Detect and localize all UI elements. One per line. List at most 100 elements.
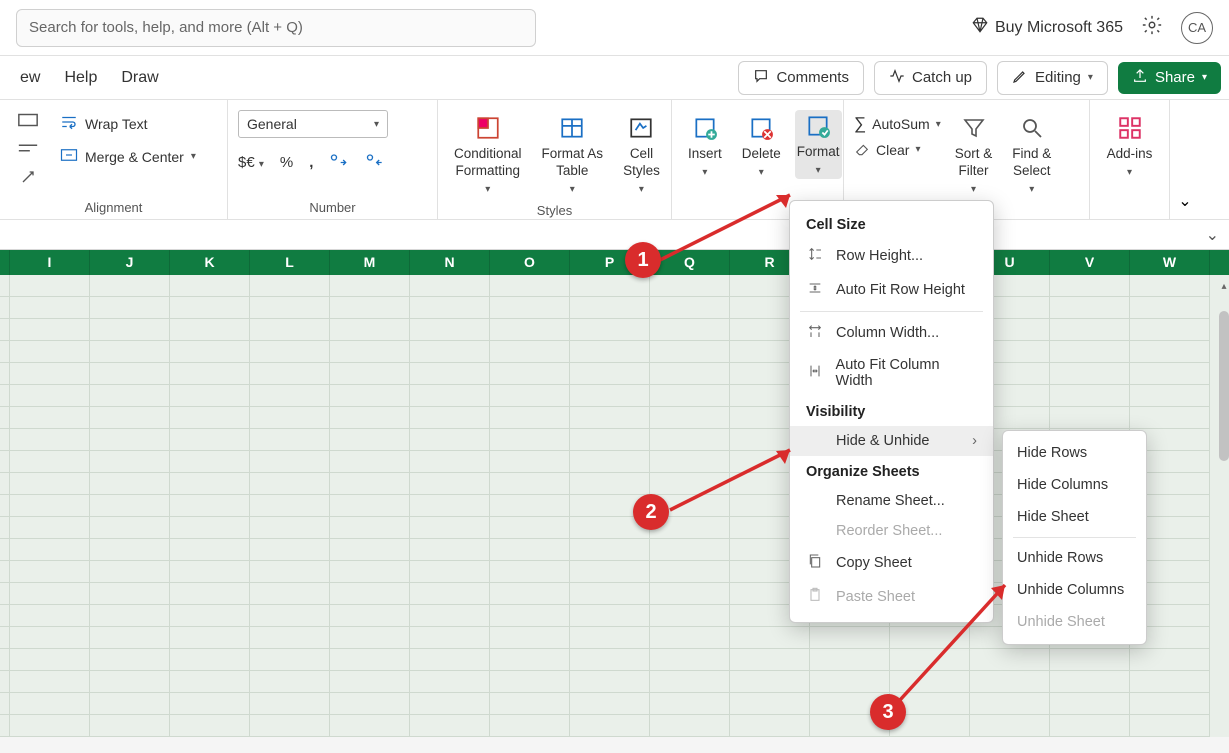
cell[interactable] — [330, 693, 410, 715]
cell[interactable] — [570, 715, 650, 737]
cell[interactable] — [10, 297, 90, 319]
cell[interactable] — [170, 363, 250, 385]
cell[interactable] — [410, 385, 490, 407]
cell[interactable] — [410, 539, 490, 561]
buy-microsoft-365-link[interactable]: Buy Microsoft 365 — [971, 16, 1123, 39]
cell[interactable] — [570, 561, 650, 583]
cell[interactable] — [570, 275, 650, 297]
cell[interactable] — [170, 385, 250, 407]
submenu-hide-sheet[interactable]: Hide Sheet — [1003, 501, 1146, 533]
cell[interactable] — [650, 363, 730, 385]
cell[interactable] — [490, 583, 570, 605]
cell[interactable] — [90, 275, 170, 297]
cell[interactable] — [250, 539, 330, 561]
cell[interactable] — [250, 671, 330, 693]
cell[interactable] — [490, 495, 570, 517]
cell[interactable] — [170, 671, 250, 693]
cell[interactable] — [730, 693, 810, 715]
cell[interactable] — [330, 297, 410, 319]
delete-cells-button[interactable]: Delete▾ — [736, 110, 787, 183]
settings-icon[interactable] — [1141, 14, 1163, 41]
column-header[interactable]: N — [410, 250, 490, 275]
cell[interactable] — [170, 319, 250, 341]
share-button[interactable]: Share ▾ — [1118, 62, 1221, 94]
cell[interactable] — [490, 649, 570, 671]
cell[interactable] — [10, 319, 90, 341]
column-header[interactable]: W — [1130, 250, 1210, 275]
cell[interactable] — [330, 363, 410, 385]
menu-rename-sheet[interactable]: Rename Sheet... — [790, 486, 993, 516]
cell[interactable] — [1050, 649, 1130, 671]
number-format-select[interactable]: General ▾ — [238, 110, 388, 138]
cell[interactable] — [650, 429, 730, 451]
cell[interactable] — [650, 275, 730, 297]
cell[interactable] — [170, 407, 250, 429]
cell[interactable] — [10, 407, 90, 429]
cell[interactable] — [90, 319, 170, 341]
cell[interactable] — [10, 451, 90, 473]
cell[interactable] — [410, 407, 490, 429]
cell[interactable] — [90, 693, 170, 715]
cell[interactable] — [1130, 275, 1210, 297]
cell[interactable] — [1050, 715, 1130, 737]
cell[interactable] — [650, 385, 730, 407]
cell[interactable] — [90, 341, 170, 363]
cell[interactable] — [570, 363, 650, 385]
cell[interactable] — [170, 561, 250, 583]
cell[interactable] — [650, 561, 730, 583]
find-select-button[interactable]: Find & Select▾ — [1006, 110, 1057, 200]
cell[interactable] — [410, 363, 490, 385]
add-ins-button[interactable]: Add-ins▾ — [1101, 110, 1159, 183]
cell[interactable] — [570, 341, 650, 363]
cell[interactable] — [570, 451, 650, 473]
editing-mode-button[interactable]: Editing ▾ — [997, 61, 1108, 95]
scroll-up-arrow[interactable]: ▴ — [1219, 281, 1229, 295]
cell[interactable] — [90, 671, 170, 693]
cell[interactable] — [10, 517, 90, 539]
cell[interactable] — [490, 407, 570, 429]
cell[interactable] — [90, 451, 170, 473]
cell[interactable] — [10, 561, 90, 583]
cell[interactable] — [410, 649, 490, 671]
column-header[interactable]: O — [490, 250, 570, 275]
cell[interactable] — [330, 671, 410, 693]
cell[interactable] — [730, 649, 810, 671]
cell[interactable] — [1130, 363, 1210, 385]
cell[interactable] — [570, 297, 650, 319]
cell[interactable] — [890, 671, 970, 693]
cell[interactable] — [90, 561, 170, 583]
submenu-hide-rows[interactable]: Hide Rows — [1003, 437, 1146, 469]
cell[interactable] — [90, 539, 170, 561]
cell[interactable] — [410, 319, 490, 341]
cell[interactable] — [570, 429, 650, 451]
cell[interactable] — [570, 605, 650, 627]
cell[interactable] — [1050, 363, 1130, 385]
submenu-unhide-rows[interactable]: Unhide Rows — [1003, 542, 1146, 574]
cell[interactable] — [410, 517, 490, 539]
format-as-table-button[interactable]: Format As Table▾ — [536, 110, 610, 200]
currency-button[interactable]: $€ ▾ — [238, 154, 264, 171]
cell-styles-button[interactable]: Cell Styles▾ — [617, 110, 666, 200]
cell[interactable] — [250, 385, 330, 407]
cell[interactable] — [10, 495, 90, 517]
menu-autofit-row[interactable]: Auto Fit Row Height — [790, 273, 993, 307]
cell[interactable] — [970, 715, 1050, 737]
cell[interactable] — [330, 605, 410, 627]
cell[interactable] — [10, 341, 90, 363]
cell[interactable] — [1050, 385, 1130, 407]
cell[interactable] — [90, 429, 170, 451]
cell[interactable] — [490, 671, 570, 693]
cell[interactable] — [10, 363, 90, 385]
cell[interactable] — [650, 451, 730, 473]
cell[interactable] — [570, 649, 650, 671]
cell[interactable] — [410, 561, 490, 583]
cell[interactable] — [490, 363, 570, 385]
cell[interactable] — [90, 363, 170, 385]
cell[interactable] — [330, 517, 410, 539]
cell[interactable] — [250, 319, 330, 341]
cell[interactable] — [490, 561, 570, 583]
cell[interactable] — [90, 385, 170, 407]
cell[interactable] — [890, 627, 970, 649]
cell[interactable] — [10, 671, 90, 693]
cell[interactable] — [250, 429, 330, 451]
